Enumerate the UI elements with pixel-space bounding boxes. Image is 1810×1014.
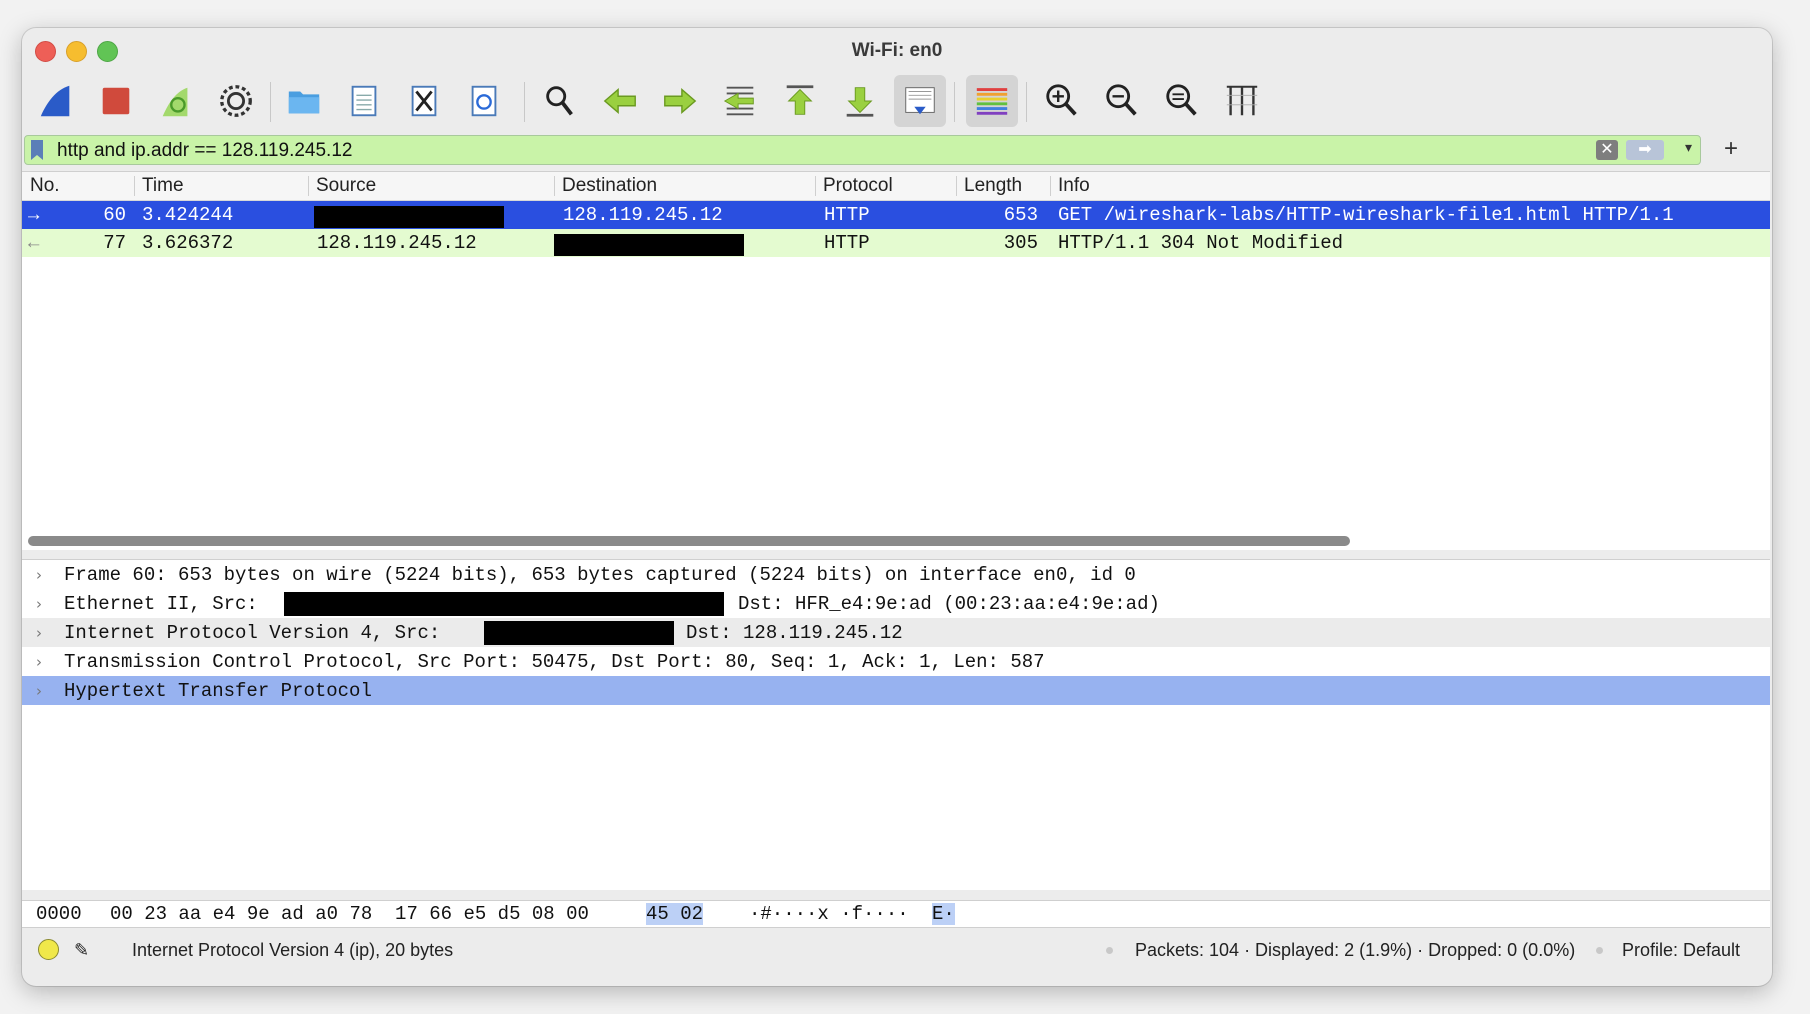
- column-length[interactable]: Length: [964, 175, 1022, 197]
- stop-capture-icon[interactable]: [90, 75, 142, 127]
- hex-bytes[interactable]: 00 23 aa e4 9e ad a0 78 17 66 e5 d5 08 0…: [110, 903, 589, 925]
- go-forward-icon[interactable]: [654, 75, 706, 127]
- go-to-packet-icon[interactable]: [714, 75, 766, 127]
- packet-no: 77: [103, 232, 126, 254]
- packet-protocol: HTTP: [824, 204, 870, 226]
- packet-length: 653: [1003, 204, 1038, 226]
- main-toolbar: [22, 72, 1772, 132]
- save-file-icon[interactable]: [338, 75, 390, 127]
- detail-tcp-text: Transmission Control Protocol, Src Port:…: [64, 651, 1045, 673]
- capture-options-gear-icon[interactable]: [210, 75, 262, 127]
- colorize-icon[interactable]: [966, 75, 1018, 127]
- expand-chevron-icon[interactable]: ›: [36, 653, 42, 671]
- response-arrow-icon: ←: [28, 232, 40, 254]
- expand-chevron-icon[interactable]: ›: [36, 682, 42, 700]
- zoom-out-icon[interactable]: [1096, 75, 1148, 127]
- packet-details-pane: › Frame 60: 653 bytes on wire (5224 bits…: [22, 559, 1770, 890]
- add-filter-button[interactable]: +: [1724, 135, 1738, 163]
- redacted-source: [314, 206, 504, 228]
- reload-icon[interactable]: [458, 75, 510, 127]
- status-field-info: Internet Protocol Version 4 (ip), 20 byt…: [132, 940, 454, 960]
- detail-http-text: Hypertext Transfer Protocol: [64, 680, 372, 702]
- find-packet-icon[interactable]: [534, 75, 586, 127]
- go-first-icon[interactable]: [774, 75, 826, 127]
- detail-ip-dst: Dst: 128.119.245.12: [686, 622, 903, 644]
- expert-info-icon[interactable]: [38, 939, 59, 960]
- redacted-mac: [284, 592, 724, 616]
- filter-history-chevron-down-icon[interactable]: ▾: [1685, 139, 1692, 156]
- packet-list: No. Time Source Destination Protocol Len…: [22, 171, 1770, 550]
- apply-filter-icon[interactable]: ➡: [1626, 140, 1664, 160]
- wireshark-window: Wi-Fi: en0 http and ip.addr == 128.119.2…: [22, 28, 1772, 986]
- packet-time: 3.424244: [142, 204, 234, 226]
- detail-ip-row[interactable]: › Internet Protocol Version 4, Src: Dst:…: [22, 618, 1770, 647]
- redacted-destination: [554, 234, 744, 256]
- title-bar: Wi-Fi: en0: [22, 28, 1772, 72]
- column-source[interactable]: Source: [316, 175, 376, 197]
- detail-ip-text: Internet Protocol Version 4, Src:: [64, 622, 441, 644]
- packet-info: HTTP/1.1 304 Not Modified: [1058, 232, 1344, 254]
- horizontal-scrollbar[interactable]: [28, 536, 1350, 546]
- filter-text[interactable]: http and ip.addr == 128.119.245.12: [57, 140, 352, 162]
- expand-chevron-icon[interactable]: ›: [36, 595, 42, 613]
- packet-destination: 128.119.245.12: [563, 204, 723, 226]
- detail-frame-text: Frame 60: 653 bytes on wire (5224 bits),…: [64, 564, 1136, 586]
- column-time[interactable]: Time: [142, 175, 184, 197]
- filter-bookmark-icon[interactable]: [31, 140, 43, 160]
- detail-ethernet-row[interactable]: › Ethernet II, Src: Dst: HFR_e4:9e:ad (0…: [22, 589, 1770, 618]
- close-file-icon[interactable]: [398, 75, 450, 127]
- clear-filter-icon[interactable]: ✕: [1596, 140, 1618, 160]
- packet-row[interactable]: ← 77 3.626372 128.119.245.12 HTTP 305 HT…: [22, 229, 1770, 257]
- packet-no: 60: [103, 204, 126, 226]
- packet-info: GET /wireshark-labs/HTTP-wireshark-file1…: [1058, 204, 1674, 226]
- packet-protocol: HTTP: [824, 232, 870, 254]
- shark-fin-start-icon[interactable]: [30, 75, 82, 127]
- detail-tcp-row[interactable]: › Transmission Control Protocol, Src Por…: [22, 647, 1770, 676]
- packet-source: 128.119.245.12: [317, 232, 477, 254]
- open-folder-icon[interactable]: [278, 75, 330, 127]
- packet-row[interactable]: → 60 3.424244 128.119.245.12 HTTP 653 GE…: [22, 201, 1770, 229]
- normal-size-icon[interactable]: [1156, 75, 1208, 127]
- expand-chevron-icon[interactable]: ›: [36, 566, 42, 584]
- column-no[interactable]: No.: [30, 175, 60, 197]
- detail-frame-row[interactable]: › Frame 60: 653 bytes on wire (5224 bits…: [22, 560, 1770, 589]
- status-bar: ✎ Internet Protocol Version 4 (ip), 20 b…: [22, 932, 1770, 966]
- hex-ascii[interactable]: ·#····x ·f····: [749, 903, 909, 925]
- request-arrow-icon: →: [28, 204, 40, 226]
- column-destination[interactable]: Destination: [562, 175, 657, 197]
- status-profile[interactable]: Profile: Default: [1622, 940, 1740, 961]
- packet-bytes-pane: 0000 00 23 aa e4 9e ad a0 78 17 66 e5 d5…: [22, 900, 1770, 928]
- detail-ethernet-dst: Dst: HFR_e4:9e:ad (00:23:aa:e4:9e:ad): [738, 593, 1160, 615]
- go-back-icon[interactable]: [594, 75, 646, 127]
- hex-offset: 0000: [36, 903, 82, 925]
- column-info[interactable]: Info: [1058, 175, 1090, 197]
- zoom-in-icon[interactable]: [1036, 75, 1088, 127]
- column-protocol[interactable]: Protocol: [823, 175, 893, 197]
- status-packets: Packets: 104 · Displayed: 2 (1.9%) · Dro…: [1135, 940, 1576, 960]
- packet-length: 305: [1003, 232, 1038, 254]
- resize-columns-icon[interactable]: [1216, 75, 1268, 127]
- display-filter-input[interactable]: http and ip.addr == 128.119.245.12 ✕ ➡ ▾: [24, 135, 1701, 165]
- expand-chevron-icon[interactable]: ›: [36, 624, 42, 642]
- hex-ascii-highlight[interactable]: E·: [932, 903, 955, 925]
- hex-bytes-highlight[interactable]: 45 02: [646, 903, 704, 925]
- packet-list-header: No. Time Source Destination Protocol Len…: [22, 172, 1770, 201]
- go-last-icon[interactable]: [834, 75, 886, 127]
- detail-ethernet-text: Ethernet II, Src:: [64, 593, 258, 615]
- redacted-ip: [484, 621, 674, 645]
- auto-scroll-icon[interactable]: [894, 75, 946, 127]
- window-title: Wi-Fi: en0: [851, 40, 943, 61]
- restart-capture-icon[interactable]: [150, 75, 202, 127]
- edit-comment-icon[interactable]: ✎: [74, 940, 89, 961]
- detail-http-row[interactable]: › Hypertext Transfer Protocol: [22, 676, 1770, 705]
- display-filter-bar: http and ip.addr == 128.119.245.12 ✕ ➡ ▾…: [24, 135, 1738, 165]
- packet-time: 3.626372: [142, 232, 234, 254]
